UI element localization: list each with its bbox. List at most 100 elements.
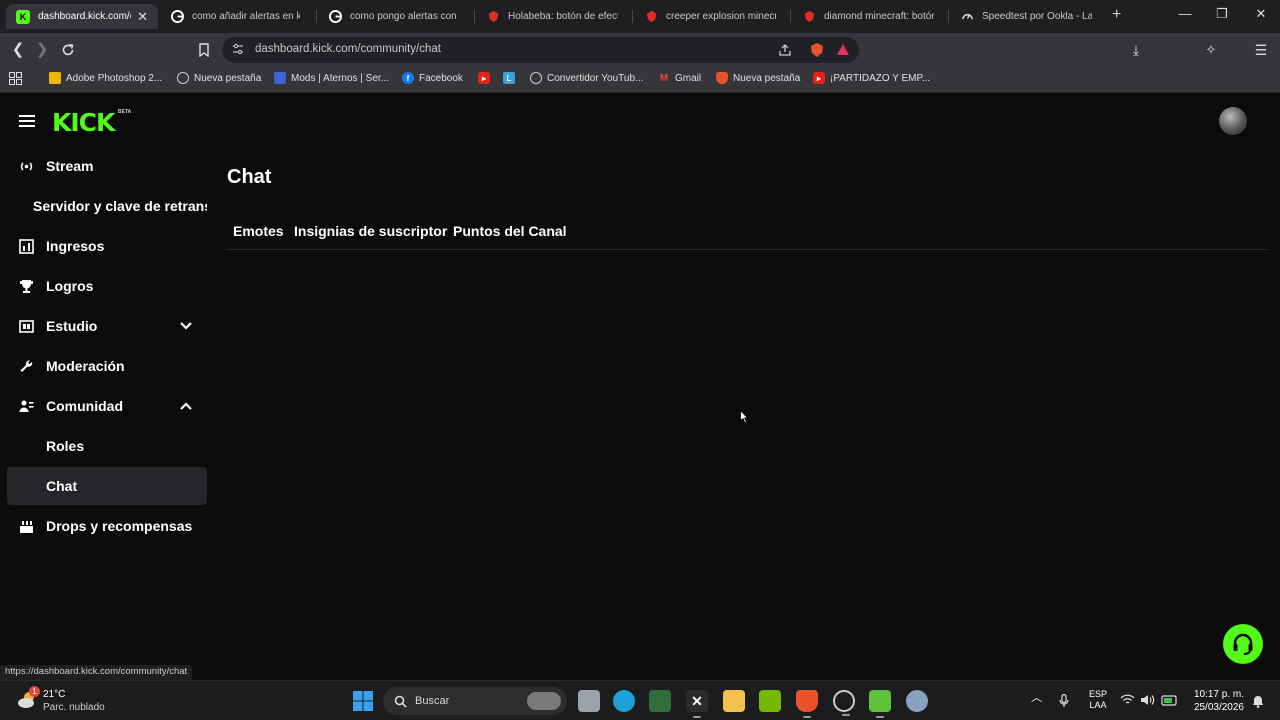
kick-dashboard-page: KICK BETA Stream Servidor y clave de ret… [0, 94, 1280, 666]
obs-icon[interactable] [833, 690, 855, 716]
brave-icon [644, 10, 658, 24]
tab-title: diamond minecraft: botón [824, 11, 934, 22]
avatar[interactable] [1219, 107, 1247, 135]
bookmark-aternos[interactable]: Mods | Aternos | Ser... [274, 72, 389, 84]
tab-holabeba[interactable]: Holabeba: botón de efecto [476, 4, 628, 29]
battery-icon[interactable] [1161, 693, 1178, 707]
chart-icon [19, 238, 34, 254]
trophy-icon [20, 279, 33, 293]
bookmark-facebook[interactable]: f Facebook [402, 72, 463, 84]
wifi-icon[interactable] [1120, 694, 1135, 706]
bookmark-youtube-converter[interactable]: Convertidor YouTub... [530, 72, 643, 84]
bookmark-photoshop[interactable]: Adobe Photoshop 2... [49, 72, 162, 84]
bookmark-partidazo[interactable]: ▸ ¡PARTIDAZO Y EMP... [813, 72, 930, 84]
tab-creeper[interactable]: creeper explosion minecra [634, 4, 786, 29]
close-window-icon[interactable]: ✕ [1251, 6, 1271, 22]
chevron-up-icon[interactable] [179, 399, 193, 413]
leo-ai-icon[interactable]: ✧ [1202, 41, 1220, 59]
sidebar-item-ingresos[interactable]: Ingresos [7, 227, 207, 265]
mouse-cursor-icon [740, 410, 748, 424]
taskbar-search[interactable]: Buscar [383, 687, 567, 715]
share-icon[interactable] [777, 42, 793, 58]
weather-temp: 21°C [43, 689, 66, 700]
brave-rewards-icon[interactable] [835, 42, 851, 58]
browser-tab-strip: K dashboard.kick.com/c ✕ como añadir ale… [0, 0, 1280, 33]
bookmark-new-tab-2[interactable]: Nueva pestaña [716, 72, 800, 84]
menu-icon[interactable]: ☰ [1252, 41, 1270, 59]
reload-icon[interactable] [59, 41, 77, 59]
minecraft-icon[interactable] [869, 690, 891, 718]
sidebar-item-comunidad[interactable]: Comunidad [7, 387, 207, 425]
weather-desc: Parc. nublado [43, 702, 105, 713]
bookmark-youtube[interactable]: ▸ [478, 72, 495, 84]
tab-title: Speedtest por Ookla - La p [982, 11, 1092, 22]
tab-emotes[interactable]: Emotes [233, 223, 284, 239]
bookmark-gmail[interactable]: M Gmail [658, 72, 701, 84]
bookmark-icon[interactable] [195, 41, 213, 59]
nvidia-icon[interactable] [759, 690, 781, 712]
chevron-down-icon[interactable] [179, 319, 193, 333]
tab-google-1[interactable]: como añadir alertas en kick [160, 4, 310, 29]
brave-icon [716, 72, 728, 84]
tab-diamond[interactable]: diamond minecraft: botón [792, 4, 944, 29]
restore-icon[interactable]: ❐ [1212, 6, 1232, 22]
page-title: Chat [227, 166, 272, 188]
settings-gear-icon[interactable] [906, 690, 928, 712]
community-icon [19, 400, 34, 412]
file-explorer-icon[interactable] [723, 690, 745, 712]
tab-dashboard[interactable]: K dashboard.kick.com/c ✕ [6, 4, 158, 29]
url-text: dashboard.kick.com/community/chat [255, 43, 441, 55]
forward-icon[interactable]: ❯ [33, 41, 51, 59]
close-tab-icon[interactable]: ✕ [137, 9, 148, 25]
windows-start-icon[interactable] [352, 690, 374, 712]
status-url: https://dashboard.kick.com/community/cha… [0, 665, 193, 680]
bookmark-l[interactable]: L [503, 72, 520, 84]
download-icon[interactable]: ⤓ [1127, 41, 1145, 59]
tab-insignias-suscriptor[interactable]: Insignias de suscriptor [294, 223, 447, 239]
tab-google-2[interactable]: como pongo alertas con p [318, 4, 468, 29]
sidebar-item-drops[interactable]: Drops y recompensas [7, 507, 207, 545]
sidebar-item-estudio[interactable]: Estudio [7, 307, 207, 345]
volume-icon[interactable] [1140, 694, 1155, 706]
broadcast-icon [20, 161, 33, 171]
brave-shields-icon[interactable] [809, 42, 825, 58]
language-indicator[interactable]: ESP LAA [1086, 689, 1110, 711]
microphone-icon[interactable] [1059, 694, 1069, 708]
clock[interactable]: 10:17 p. m. 25/03/2026 [1186, 688, 1244, 714]
sidebar-item-stream[interactable]: Stream [7, 147, 207, 185]
minecraft-launcher-icon[interactable] [649, 690, 671, 712]
youtube-icon: ▸ [478, 72, 490, 84]
site-settings-icon[interactable] [232, 43, 244, 55]
windows-taskbar: 1 21°C Parc. nublado Buscar ✕ ︿ ESP LAA … [0, 680, 1280, 720]
tab-puntos-canal[interactable]: Puntos del Canal [453, 223, 567, 239]
sidebar-item-chat[interactable]: Chat [7, 467, 207, 505]
browser-toolbar: ❮ ❯ dashboard.kick.com/community/chat ⤓ … [0, 33, 1280, 89]
task-view-icon[interactable] [578, 690, 600, 712]
wrench-icon [20, 359, 33, 372]
new-tab-button[interactable]: + [1112, 6, 1121, 24]
brave-browser-icon[interactable] [796, 690, 818, 718]
minimize-icon[interactable]: — [1175, 6, 1195, 21]
kick-logo[interactable]: KICK BETA [52, 108, 134, 139]
tray-overflow-icon[interactable]: ︿ [1031, 693, 1042, 704]
menu-toggle-icon[interactable] [19, 115, 35, 127]
edge-icon[interactable] [613, 690, 635, 712]
back-icon[interactable]: ❮ [9, 41, 27, 59]
l-icon: L [503, 72, 515, 84]
sidebar-item-moderacion[interactable]: Moderación [7, 347, 207, 385]
capcut-icon[interactable]: ✕ [686, 690, 708, 718]
tabs-divider [227, 249, 1267, 250]
bookmark-new-tab[interactable]: Nueva pestaña [177, 72, 261, 84]
sidebar-item-server-key[interactable]: Servidor y clave de retransmisión [7, 187, 207, 225]
tab-speedtest[interactable]: Speedtest por Ookla - La p [950, 4, 1102, 29]
bookmarks-bar: Adobe Photoshop 2... Nueva pestaña Mods … [0, 67, 1280, 93]
photoshop-icon [49, 72, 61, 84]
apps-icon[interactable] [9, 72, 22, 85]
sidebar-item-roles[interactable]: Roles [7, 427, 207, 465]
address-bar[interactable]: dashboard.kick.com/community/chat [222, 37, 859, 63]
support-chat-button[interactable] [1223, 624, 1263, 664]
drops-icon [20, 520, 33, 533]
sidebar-item-logros[interactable]: Logros [7, 267, 207, 305]
notification-icon[interactable] [1251, 694, 1265, 708]
aternos-icon [274, 72, 286, 84]
